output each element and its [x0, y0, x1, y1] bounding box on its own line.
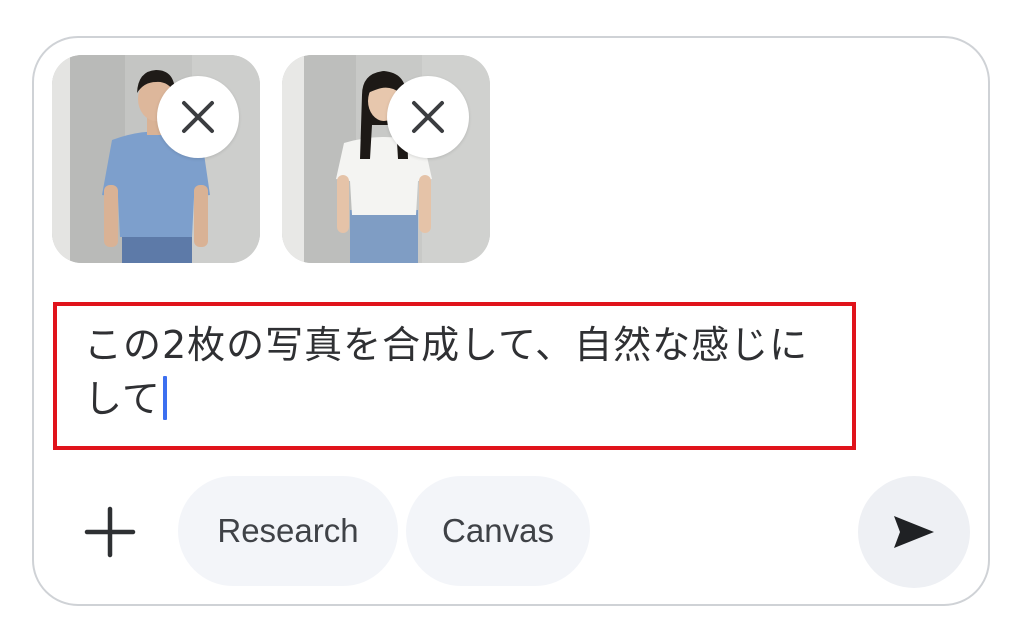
close-icon — [182, 101, 214, 133]
man-photo — [52, 55, 260, 263]
attachment-thumbnail-woman[interactable] — [282, 55, 490, 263]
plus-icon — [84, 506, 136, 558]
send-icon — [894, 516, 934, 548]
prompt-text: この2枚の写真を合成して、自然な感じにして — [84, 323, 809, 421]
close-icon — [412, 101, 444, 133]
add-button[interactable] — [78, 500, 142, 564]
remove-attachment-button[interactable] — [157, 76, 239, 158]
woman-photo — [282, 55, 490, 263]
research-chip[interactable]: Research — [178, 476, 398, 586]
remove-attachment-button[interactable] — [387, 76, 469, 158]
text-caret — [162, 376, 167, 420]
send-button[interactable] — [858, 476, 970, 588]
canvas-chip[interactable]: Canvas — [406, 476, 590, 586]
attachment-thumbnail-man[interactable] — [52, 55, 260, 263]
prompt-input[interactable]: この2枚の写真を合成して、自然な感じにして — [84, 318, 824, 426]
